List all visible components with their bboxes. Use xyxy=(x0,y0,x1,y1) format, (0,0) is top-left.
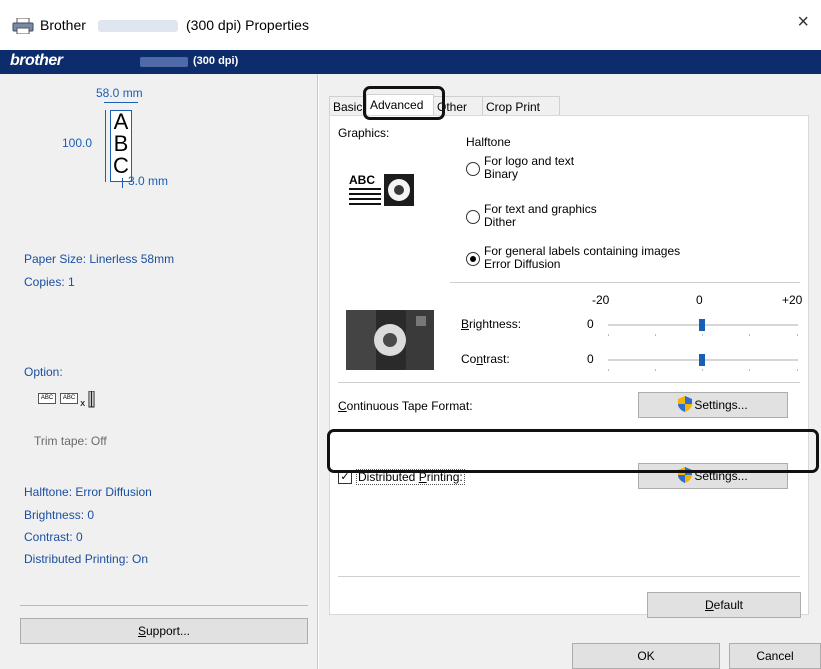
redacted-model xyxy=(140,57,188,67)
radio-button[interactable] xyxy=(466,162,480,176)
contrast-value: 0 xyxy=(587,352,594,366)
cancel-button[interactable]: Cancel xyxy=(729,643,821,669)
svg-text:x: x xyxy=(80,399,86,409)
distributed-summary: Distributed Printing: On xyxy=(24,552,149,566)
title-bar: Brother (300 dpi) Properties × xyxy=(0,0,821,50)
divider xyxy=(338,382,800,383)
divider xyxy=(450,282,800,283)
radio-error-diffusion[interactable]: For general labels containing images Err… xyxy=(466,244,796,274)
brightness-slider[interactable] xyxy=(608,319,798,336)
settings-label: Settings... xyxy=(694,398,748,412)
close-icon[interactable]: × xyxy=(797,12,809,32)
margin-tick xyxy=(122,178,123,188)
contrast-label: Contrast: xyxy=(461,352,510,366)
halftone-preview-icon: ABC xyxy=(348,172,416,208)
brother-logo: brother xyxy=(10,52,63,69)
sunflower-preview-image xyxy=(346,310,434,370)
redacted-model xyxy=(98,20,178,32)
ok-button[interactable]: OK xyxy=(572,643,720,669)
label-preview-box: A B C xyxy=(110,110,132,182)
scale-mid-label: 0 xyxy=(696,293,703,307)
label-option-icon: ABC xyxy=(60,393,78,404)
dimension-line xyxy=(104,102,138,103)
brightness-slider-thumb[interactable] xyxy=(699,319,705,331)
abc-icon-text: ABC xyxy=(349,173,375,187)
radio-sublabel: Binary xyxy=(484,167,519,181)
brightness-value: 0 xyxy=(587,317,594,331)
slider-tick xyxy=(655,334,656,336)
halftone-label: Halftone xyxy=(466,135,511,149)
label-preview: 58.0 mm 100.0 A B C 3.0 mm xyxy=(10,82,308,188)
radio-sublabel: Error Diffusion xyxy=(484,257,561,271)
dimension-line xyxy=(105,110,106,182)
brightness-label: Brightness: xyxy=(461,317,522,331)
radio-binary[interactable]: For logo and text Binary xyxy=(466,154,796,184)
printer-icon xyxy=(12,18,34,34)
settings-summary-pane: 58.0 mm 100.0 A B C 3.0 mm Paper Size: L… xyxy=(0,74,318,669)
radio-dither[interactable]: For text and graphics Dither xyxy=(466,202,796,232)
contrast-slider-thumb[interactable] xyxy=(699,354,705,366)
label-option-icon: ABC xyxy=(38,393,56,404)
divider xyxy=(338,576,800,577)
margin-dimension: 3.0 mm xyxy=(128,174,169,188)
contrast-summary: Contrast: 0 xyxy=(24,530,83,544)
slider-tick xyxy=(702,334,703,336)
option-icons: ABC ABC x xyxy=(38,389,138,409)
window-title: (300 dpi) Properties xyxy=(186,17,309,33)
option-label: Option: xyxy=(24,365,63,379)
radio-sublabel: Dither xyxy=(484,215,517,229)
height-dimension: 100.0 xyxy=(62,136,93,150)
slider-tick xyxy=(749,334,750,336)
radio-button[interactable] xyxy=(466,210,480,224)
properties-pane: Basic Advanced Other Crop Print Graphics… xyxy=(319,74,821,669)
preview-letter: B xyxy=(113,131,129,156)
advanced-tab-highlight xyxy=(363,86,445,120)
shield-icon xyxy=(678,396,693,413)
slider-tick xyxy=(655,369,656,371)
graphics-label: Graphics: xyxy=(338,126,390,140)
contrast-slider[interactable] xyxy=(608,354,798,371)
halftone-summary: Halftone: Error Diffusion xyxy=(24,485,152,499)
default-button[interactable]: Default xyxy=(647,592,801,618)
support-button[interactable]: Support... xyxy=(20,618,308,644)
radio-label: For text and graphics xyxy=(484,202,597,216)
advanced-tab-panel: Graphics: Halftone ABC For logo and text… xyxy=(329,115,809,615)
slider-tick xyxy=(797,334,798,336)
slider-tick xyxy=(702,369,703,371)
scale-min-label: -20 xyxy=(592,293,610,307)
brightness-summary: Brightness: 0 xyxy=(24,508,95,522)
continuous-tape-label: Continuous Tape Format: xyxy=(338,399,473,413)
slider-tick xyxy=(797,369,798,371)
radio-button-selected[interactable] xyxy=(466,252,480,266)
divider xyxy=(20,605,308,606)
radio-label: For general labels containing images xyxy=(484,244,681,258)
continuous-tape-settings-button[interactable]: Settings... xyxy=(638,392,788,418)
brand-dpi: (300 dpi) xyxy=(193,55,239,67)
scale-max-label: +20 xyxy=(782,293,803,307)
trim-tape-summary: Trim tape: Off xyxy=(34,434,107,448)
preview-letter: A xyxy=(113,109,129,134)
copies-summary: Copies: 1 xyxy=(24,275,75,289)
distributed-printing-highlight xyxy=(327,429,819,473)
cut-icon: x xyxy=(80,391,95,409)
window-title-brand: Brother xyxy=(40,17,86,33)
slider-tick xyxy=(608,334,609,336)
width-dimension: 58.0 mm xyxy=(96,86,143,100)
slider-tick xyxy=(608,369,609,371)
tab-crop-print[interactable]: Crop Print xyxy=(482,96,560,116)
radio-label: For logo and text xyxy=(484,154,575,168)
tab-basic[interactable]: Basic xyxy=(329,96,367,116)
paper-size-summary: Paper Size: Linerless 58mm xyxy=(24,252,175,266)
slider-tick xyxy=(749,369,750,371)
brand-bar: brother (300 dpi) xyxy=(0,50,821,74)
